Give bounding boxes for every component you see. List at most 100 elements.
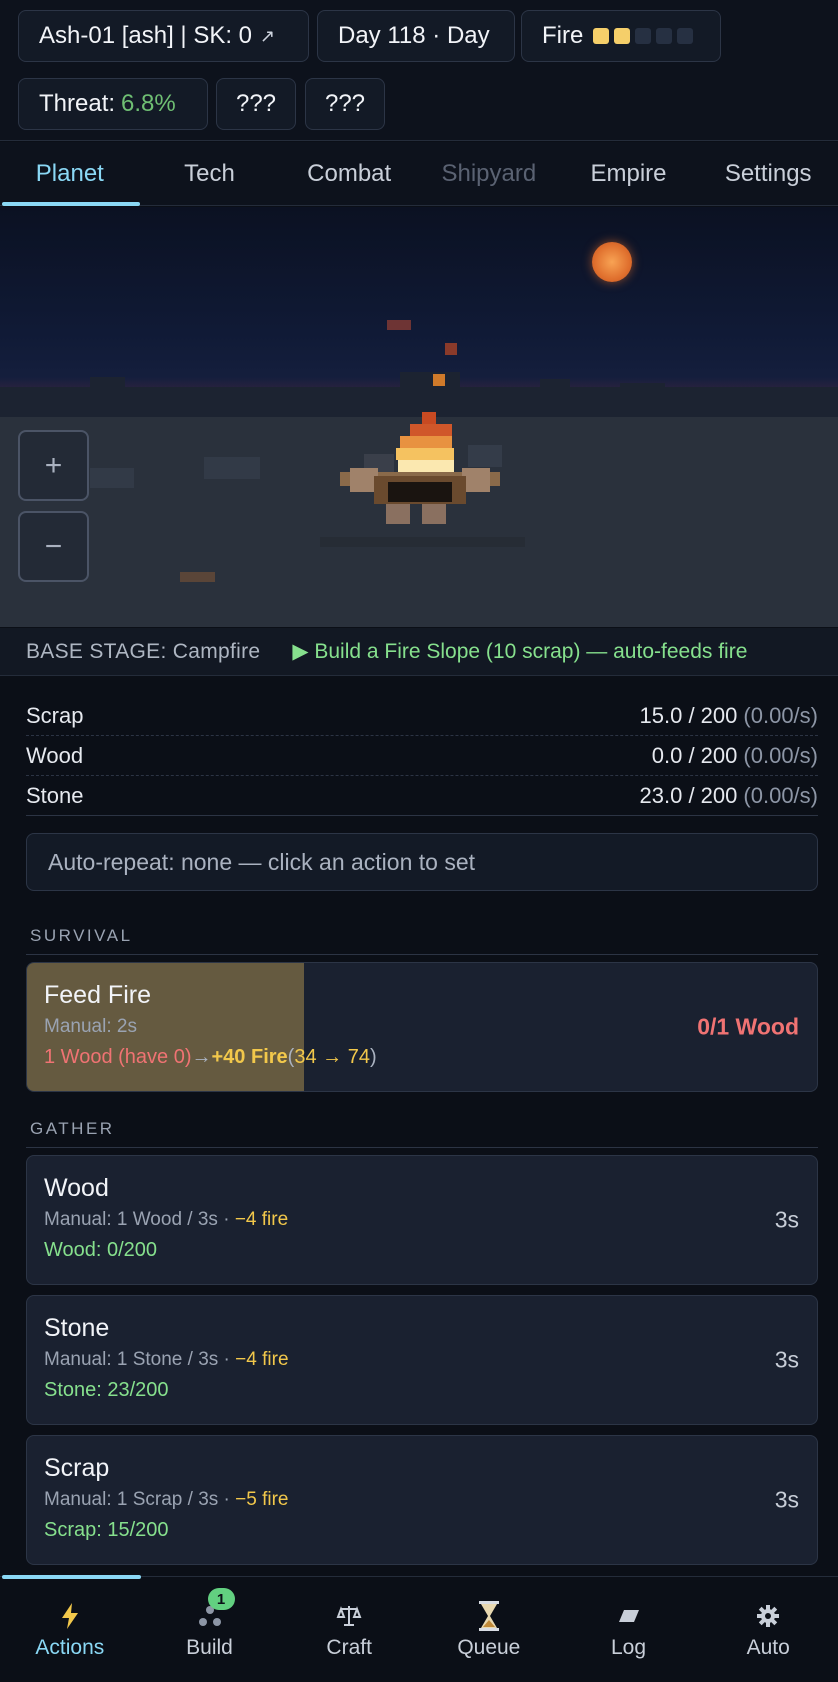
gather-stone-action[interactable]: Stone Manual: 1 Stone / 3s · −4 fire Sto… bbox=[26, 1295, 818, 1425]
unknown-chip-2-label: ??? bbox=[324, 90, 366, 117]
ship-chip-label: Ash-01 [ash] | SK: 0 bbox=[39, 22, 253, 49]
gather-scrap-action[interactable]: Scrap Manual: 1 Scrap / 3s · −5 fire Scr… bbox=[26, 1435, 818, 1565]
skyline-building bbox=[540, 379, 570, 417]
tab-combat[interactable]: Combat bbox=[279, 142, 419, 206]
campfire bbox=[340, 412, 500, 547]
fire-cost: −4 fire bbox=[235, 1349, 289, 1370]
resource-row-scrap: Scrap 15.0 / 200 (0.00/s) bbox=[26, 696, 818, 736]
base-stage-bar: BASE STAGE: Campfire ▶ Build a Fire Slop… bbox=[0, 628, 838, 676]
section-heading-survival: SURVIVAL bbox=[26, 926, 818, 955]
ground-patch bbox=[90, 468, 134, 488]
planet-scene[interactable]: + − bbox=[0, 207, 838, 627]
skyline-building bbox=[90, 377, 125, 417]
action-manual: Manual: 1 Scrap / 3s · −5 fire bbox=[44, 1489, 289, 1510]
resource-rate: (0.00/s) bbox=[743, 702, 818, 728]
fire-range: 34 → 74 bbox=[294, 1046, 370, 1068]
base-stage-label: BASE STAGE: Campfire bbox=[26, 639, 261, 663]
ember bbox=[433, 374, 445, 386]
fire-level-meter bbox=[593, 28, 694, 44]
action-title: Feed Fire bbox=[44, 981, 151, 1009]
skyline-building bbox=[400, 372, 460, 417]
action-manual: Manual: 2s bbox=[44, 1016, 137, 1037]
action-duration: 3s bbox=[774, 1486, 799, 1513]
nav-label: Log bbox=[611, 1636, 647, 1659]
fire-pip-empty bbox=[677, 28, 694, 44]
skyline-building bbox=[620, 383, 665, 417]
nav-label: Auto bbox=[746, 1636, 790, 1659]
nav-queue[interactable]: Queue bbox=[419, 1577, 559, 1682]
fire-pip-filled bbox=[614, 28, 631, 44]
tab-settings[interactable]: Settings bbox=[698, 142, 838, 206]
nav-build[interactable]: 1 Build bbox=[140, 1577, 280, 1682]
dots-icon: 1 bbox=[196, 1588, 235, 1632]
action-status: Wood: 0/200 bbox=[44, 1239, 158, 1261]
tab-planet[interactable]: Planet bbox=[0, 142, 140, 206]
status-chips: Ash-01 [ash] | SK: 0 ↗ Day 118 · Day Fir… bbox=[0, 0, 838, 141]
nav-craft[interactable]: Craft bbox=[279, 1577, 419, 1682]
external-link-icon: ↗ bbox=[260, 25, 276, 46]
ember bbox=[387, 320, 411, 330]
fire-pip-empty bbox=[635, 28, 652, 44]
action-cost-line: 1 Wood (have 0)→+40 Fire(34 → 74) bbox=[44, 1046, 377, 1068]
resource-list: Scrap 15.0 / 200 (0.00/s) Wood 0.0 / 200(… bbox=[26, 696, 818, 816]
action-title: Wood bbox=[44, 1174, 109, 1202]
unknown-chip-2[interactable]: ??? bbox=[305, 78, 385, 130]
fire-cost: −4 fire bbox=[234, 1209, 289, 1230]
action-status: Stone: 23/200 bbox=[44, 1379, 169, 1401]
tab-tech[interactable]: Tech bbox=[140, 142, 280, 206]
auto-repeat-box[interactable]: Auto-repeat: none — click an action to s… bbox=[26, 833, 818, 891]
nav-actions[interactable]: Actions bbox=[0, 1577, 140, 1682]
fire-chip-label: Fire bbox=[542, 22, 584, 49]
fire-chip[interactable]: Fire bbox=[521, 10, 721, 62]
action-manual: Manual: 1 Wood / 3s · −4 fire bbox=[44, 1209, 289, 1230]
hourglass-icon bbox=[477, 1600, 501, 1632]
debris bbox=[180, 572, 215, 582]
nav-auto[interactable]: Auto bbox=[698, 1577, 838, 1682]
fire-cost: −5 fire bbox=[235, 1489, 289, 1510]
day-chip-label: Day 118 · Day bbox=[338, 22, 490, 49]
gather-wood-action[interactable]: Wood Manual: 1 Wood / 3s · −4 fire Wood:… bbox=[26, 1155, 818, 1285]
resource-amount: 0.0 / 200 (0.00/s) bbox=[651, 742, 818, 768]
resource-name: Stone bbox=[26, 782, 84, 808]
feed-fire-action[interactable]: Feed Fire Manual: 2s 1 Wood (have 0)→+40… bbox=[26, 962, 818, 1092]
action-requirement: 0/1 Wood bbox=[697, 1013, 799, 1040]
section-heading-gather: GATHER bbox=[26, 1119, 818, 1148]
fire-pip-empty bbox=[656, 28, 673, 44]
gear-icon bbox=[756, 1600, 780, 1632]
ember bbox=[445, 343, 457, 355]
action-title: Scrap bbox=[44, 1454, 110, 1482]
action-manual: Manual: 1 Stone / 3s · −4 fire bbox=[44, 1349, 289, 1370]
nav-label: Actions bbox=[35, 1636, 105, 1659]
zoom-out-button[interactable]: − bbox=[18, 511, 89, 582]
unknown-chip-1-label: ??? bbox=[235, 90, 277, 117]
action-status: Scrap: 15/200 bbox=[44, 1519, 169, 1541]
resource-rate: (0.00/s) bbox=[743, 782, 818, 808]
resource-rate: (0.00/s) bbox=[743, 742, 818, 768]
parallelogram-icon bbox=[617, 1600, 641, 1632]
ship-chip[interactable]: Ash-01 [ash] | SK: 0 ↗ bbox=[18, 10, 309, 62]
next-step-hint[interactable]: ▶ Build a Fire Slope (10 scrap) — auto-f… bbox=[292, 639, 747, 664]
unknown-chip-1[interactable]: ??? bbox=[216, 78, 296, 130]
nav-log[interactable]: Log bbox=[559, 1577, 699, 1682]
main-tabs: Planet Tech Combat Shipyard Empire Setti… bbox=[0, 142, 838, 206]
ground-patch bbox=[204, 457, 260, 479]
tab-empire[interactable]: Empire bbox=[559, 142, 699, 206]
nav-label: Queue bbox=[457, 1636, 521, 1659]
resource-row-stone: Stone 23.0 / 200 (0.00/s) bbox=[26, 776, 818, 816]
scales-icon bbox=[336, 1600, 362, 1632]
resource-row-wood: Wood 0.0 / 200 (0.00/s) bbox=[26, 736, 818, 776]
sun bbox=[592, 242, 632, 282]
action-title: Stone bbox=[44, 1314, 110, 1342]
resource-name: Wood bbox=[26, 742, 84, 768]
tab-shipyard[interactable]: Shipyard bbox=[419, 142, 559, 206]
bottom-nav: Actions 1 Build Craft Queue Log Auto bbox=[0, 1575, 838, 1682]
action-duration: 3s bbox=[774, 1206, 799, 1233]
nav-label: Build bbox=[186, 1636, 233, 1659]
resource-amount: 23.0 / 200 (0.00/s) bbox=[639, 782, 818, 808]
build-badge: 1 bbox=[207, 1588, 235, 1610]
threat-chip[interactable]: Threat: 6.8% bbox=[18, 78, 208, 130]
action-duration: 3s bbox=[774, 1346, 799, 1373]
zoom-in-button[interactable]: + bbox=[18, 430, 89, 501]
day-chip[interactable]: Day 118 · Day bbox=[317, 10, 515, 62]
arrow-icon: → bbox=[191, 1046, 212, 1068]
